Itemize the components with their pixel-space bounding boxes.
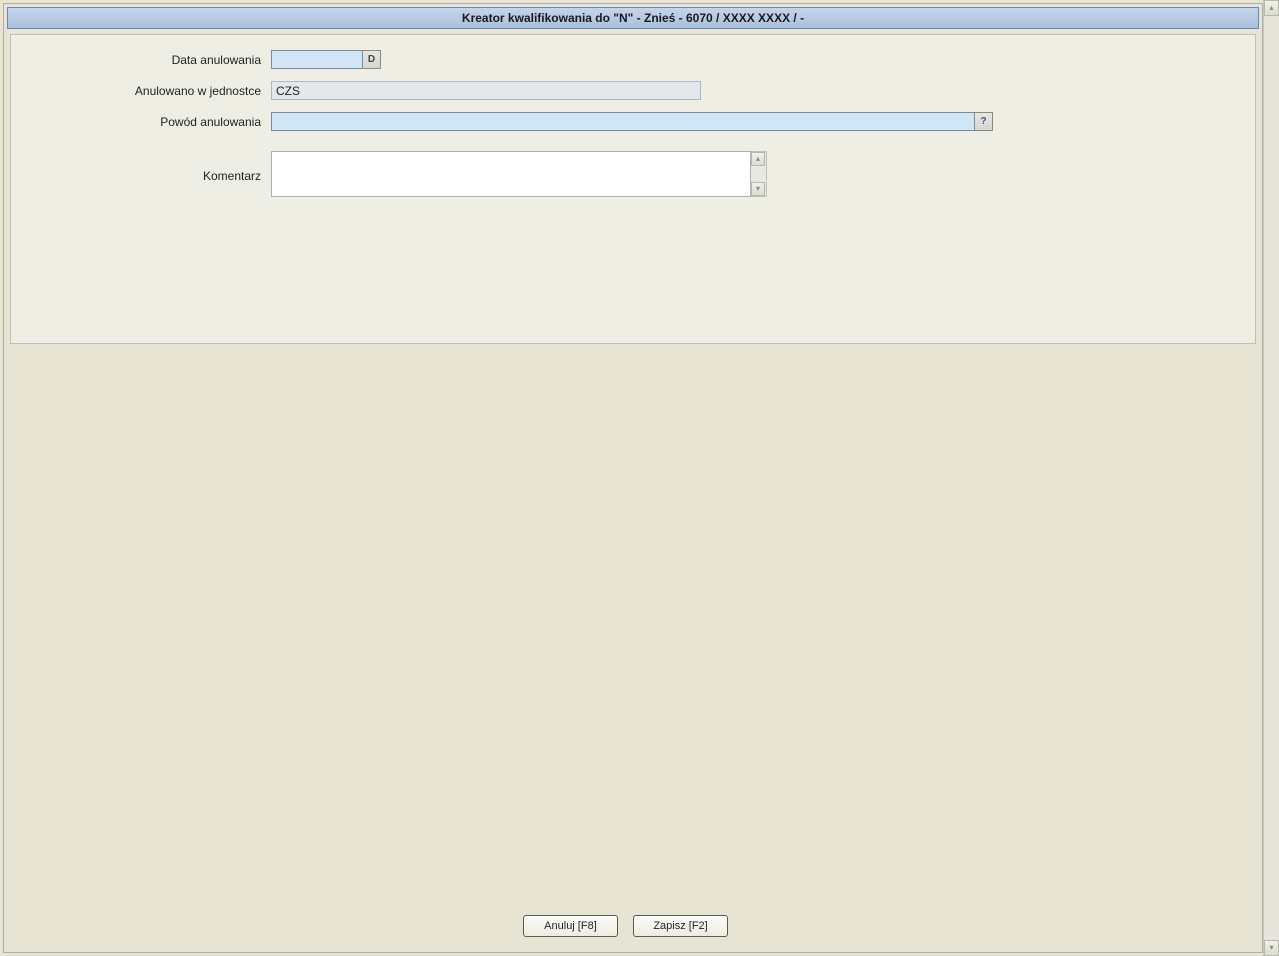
comment-label: Komentarz (31, 151, 271, 183)
window-scrollbar: ▴ ▾ (1263, 0, 1279, 956)
scroll-up-icon[interactable]: ▴ (1264, 0, 1279, 16)
comment-row: Komentarz ▴ ▾ (31, 151, 1235, 197)
cancel-button[interactable]: Anuluj [F8] (523, 915, 618, 937)
reason-label: Powód anulowania (31, 112, 271, 129)
reason-field: ? (271, 112, 993, 131)
cancel-date-row: Data anulowania D (31, 50, 1235, 69)
cancel-date-field: D (271, 50, 381, 69)
cancel-date-label: Data anulowania (31, 50, 271, 67)
save-button[interactable]: Zapisz [F2] (633, 915, 728, 937)
reason-row: Powód anulowania ? (31, 112, 1235, 131)
comment-scrollbar: ▴ ▾ (751, 151, 767, 197)
date-picker-button[interactable]: D (363, 50, 381, 69)
scroll-down-icon[interactable]: ▾ (1264, 940, 1279, 956)
cancelled-unit-input (271, 81, 701, 100)
window-title-bar: Kreator kwalifikowania do "N" - Znieś - … (7, 7, 1259, 29)
scroll-down-icon[interactable]: ▾ (751, 182, 765, 196)
window-title: Kreator kwalifikowania do "N" - Znieś - … (462, 11, 804, 25)
reason-input[interactable] (271, 112, 975, 131)
cancelled-unit-row: Anulowano w jednostce (31, 81, 1235, 100)
app-container: Kreator kwalifikowania do "N" - Znieś - … (3, 3, 1263, 953)
comment-textarea[interactable] (271, 151, 751, 197)
comment-field-wrap: ▴ ▾ (271, 151, 767, 197)
form-panel: Data anulowania D Anulowano w jednostce … (10, 34, 1256, 344)
cancelled-unit-label: Anulowano w jednostce (31, 81, 271, 98)
scroll-up-icon[interactable]: ▴ (751, 152, 765, 166)
button-bar: Anuluj [F8] Zapisz [F2] (4, 915, 1247, 937)
reason-lookup-button[interactable]: ? (975, 112, 993, 131)
cancel-date-input[interactable] (271, 50, 363, 69)
